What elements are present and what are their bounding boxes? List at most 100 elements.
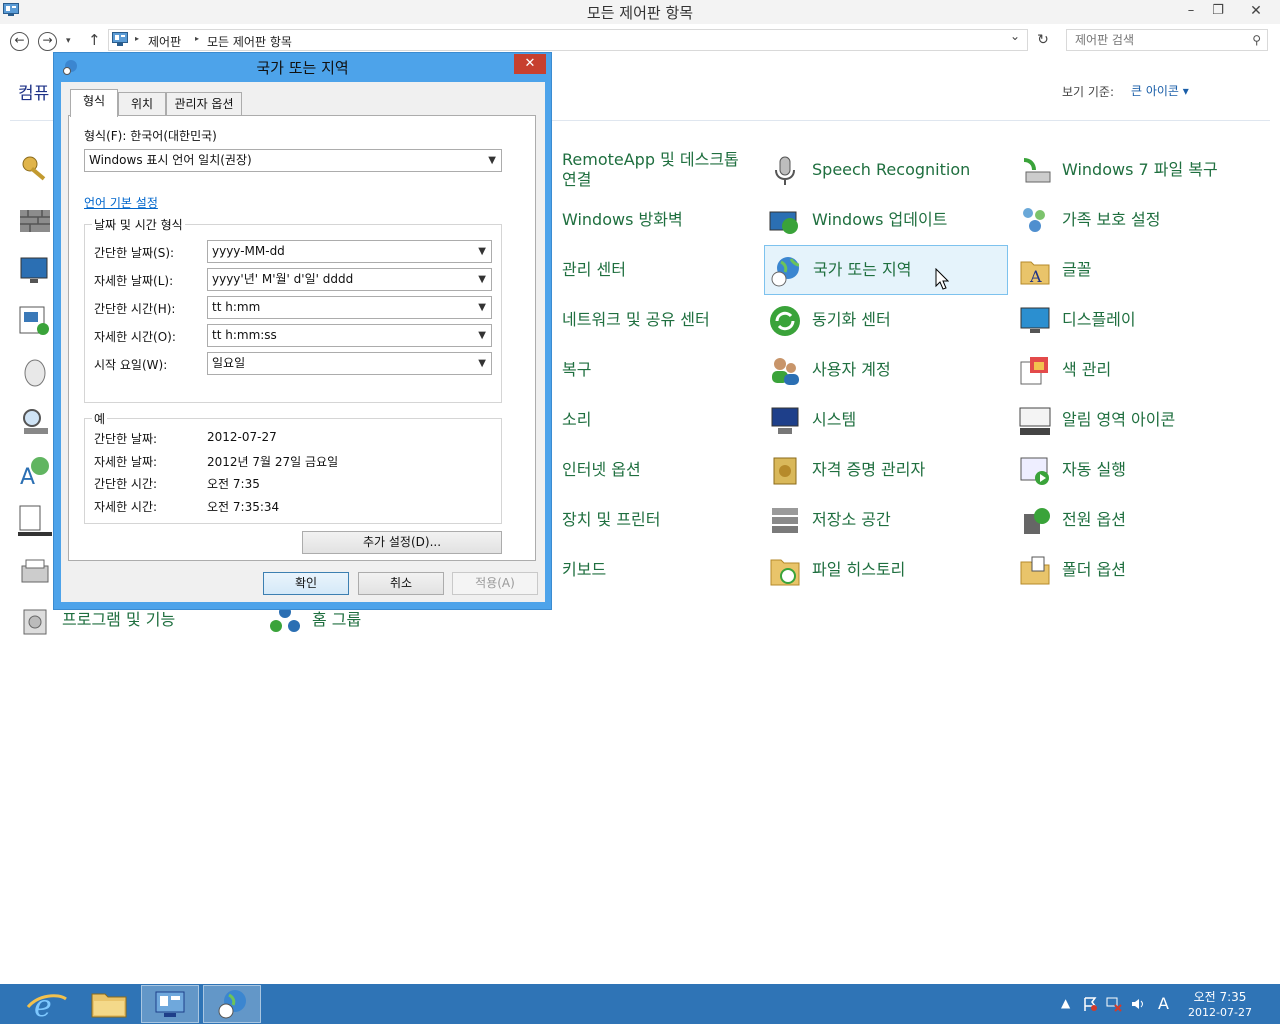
item-label: 전원 옵션 bbox=[1062, 510, 1126, 529]
fax-phone-icon bbox=[21, 559, 49, 583]
breadcrumb-all-items[interactable]: 모든 제어판 항목 bbox=[207, 33, 292, 50]
minimize-button[interactable]: – bbox=[1180, 0, 1202, 22]
taskbar: e ▲ A 오전 7:35 2012-07-27 bbox=[0, 984, 1280, 1024]
show-hidden-icons-button[interactable]: ▲ bbox=[1061, 996, 1070, 1010]
example-short-time-label: 간단한 시간: bbox=[94, 477, 158, 491]
chevron-down-icon: ▼ bbox=[478, 302, 486, 313]
breadcrumb-separator[interactable]: ▸ bbox=[195, 34, 199, 43]
item-color-management[interactable]: 색 관리 bbox=[1014, 347, 1264, 393]
address-dropdown-button[interactable]: ⌄ bbox=[1010, 29, 1020, 43]
item-label: 국가 또는 지역 bbox=[813, 260, 912, 279]
clock-time[interactable]: 오전 7:35 bbox=[1190, 988, 1250, 1005]
cancel-button[interactable]: 취소 bbox=[358, 572, 444, 595]
search-input[interactable] bbox=[1075, 32, 1245, 48]
dialog-close-button[interactable]: ✕ bbox=[514, 54, 546, 74]
action-center-flag-icon[interactable] bbox=[1082, 996, 1098, 1012]
view-by-dropdown[interactable]: 큰 아이콘 ▾ bbox=[1131, 82, 1189, 99]
first-day-select[interactable]: 일요일 ▼ bbox=[207, 352, 492, 375]
item-speech-recognition[interactable]: Speech Recognition bbox=[764, 147, 1008, 193]
first-day-label: 시작 요일(W): bbox=[94, 358, 168, 372]
ime-indicator[interactable]: A bbox=[1158, 994, 1169, 1013]
recent-locations-button[interactable]: ▾ bbox=[66, 36, 71, 46]
region-globe-icon bbox=[218, 990, 246, 1019]
example-short-time-value: 오전 7:35 bbox=[207, 477, 260, 491]
additional-settings-button[interactable]: 추가 설정(D)... bbox=[302, 531, 502, 554]
format-label: 형식(F): 한국어(대한민국) bbox=[84, 129, 217, 143]
long-date-select[interactable]: yyyy'년' M'월' d'일' dddd ▼ bbox=[207, 268, 492, 291]
format-select[interactable]: Windows 표시 언어 일치(권장) ▼ bbox=[84, 149, 502, 172]
address-box[interactable]: ▸ 제어판 ▸ 모든 제어판 항목 bbox=[108, 29, 1028, 51]
short-time-select[interactable]: tt h:mm ▼ bbox=[207, 296, 492, 319]
item-file-history[interactable]: 파일 히스토리 bbox=[764, 547, 1008, 593]
task-list-icon bbox=[18, 505, 52, 536]
item-region[interactable]: 국가 또는 지역 bbox=[764, 245, 1008, 295]
item-label: 알림 영역 아이콘 bbox=[1062, 410, 1176, 429]
up-button[interactable]: ↑ bbox=[88, 31, 101, 49]
programs-features-icon bbox=[23, 609, 47, 635]
fonts-folder-icon: A bbox=[1020, 261, 1050, 286]
svg-text:A: A bbox=[1029, 267, 1042, 286]
breadcrumb-control-panel[interactable]: 제어판 bbox=[148, 33, 181, 50]
datetime-format-group: 날짜 및 시간 형식 간단한 날짜(S): yyyy-MM-dd ▼ 자세한 날… bbox=[84, 216, 502, 403]
item-label: 글꼴 bbox=[1062, 260, 1092, 279]
tab-location[interactable]: 위치 bbox=[118, 92, 166, 116]
item-autoplay[interactable]: 자동 실행 bbox=[1014, 447, 1264, 493]
item-credential-manager[interactable]: 자격 증명 관리자 bbox=[764, 447, 1008, 493]
taskbar-internet-explorer[interactable]: e bbox=[18, 985, 76, 1024]
long-time-select[interactable]: tt h:mm:ss ▼ bbox=[207, 324, 492, 347]
example-short-date-value: 2012-07-27 bbox=[207, 430, 277, 444]
item-display[interactable]: 디스플레이 bbox=[1014, 297, 1264, 343]
power-options-icon bbox=[1024, 508, 1050, 534]
apply-button[interactable]: 적용(A) bbox=[452, 572, 538, 595]
first-day-value: 일요일 bbox=[212, 356, 246, 370]
item-storage-spaces[interactable]: 저장소 공간 bbox=[764, 497, 1008, 543]
forward-button[interactable]: → bbox=[38, 32, 57, 51]
long-date-label: 자세한 날짜(L): bbox=[94, 274, 174, 288]
display-icon bbox=[1020, 307, 1050, 333]
item-family-safety[interactable]: 가족 보호 설정 bbox=[1014, 197, 1264, 243]
item-label: Windows 업데이트 bbox=[812, 210, 948, 229]
item-windows-update[interactable]: Windows 업데이트 bbox=[764, 197, 1008, 243]
volume-icon[interactable] bbox=[1130, 996, 1146, 1012]
item-sync-center[interactable]: 동기화 센터 bbox=[764, 297, 1008, 343]
item-fonts[interactable]: A 글꼴 bbox=[1014, 247, 1264, 293]
item-user-accounts[interactable]: 사용자 계정 bbox=[764, 347, 1008, 393]
tab-administrative[interactable]: 관리자 옵션 bbox=[166, 92, 242, 116]
close-button[interactable]: ✕ bbox=[1240, 0, 1272, 22]
taskbar-file-explorer[interactable] bbox=[80, 985, 138, 1023]
examples-group-title: 예 bbox=[92, 410, 108, 427]
file-history-icon bbox=[770, 559, 800, 586]
item-system[interactable]: 시스템 bbox=[764, 397, 1008, 443]
item-label: 가족 보호 설정 bbox=[1062, 210, 1161, 229]
mouse-cursor-icon bbox=[935, 268, 949, 290]
language-preferences-link[interactable]: 언어 기본 설정 bbox=[84, 194, 158, 211]
search-icon[interactable]: ⚲ bbox=[1252, 33, 1261, 47]
item-label: 복구 bbox=[562, 360, 592, 379]
back-button[interactable]: ← bbox=[10, 32, 29, 51]
system-icon bbox=[771, 407, 799, 434]
notification-area-icon bbox=[1019, 407, 1051, 435]
chevron-down-icon: ▼ bbox=[478, 358, 486, 369]
short-date-select[interactable]: yyyy-MM-dd ▼ bbox=[207, 240, 492, 263]
taskbar-control-panel[interactable] bbox=[141, 985, 199, 1023]
item-label: 장치 및 프린터 bbox=[562, 510, 661, 529]
item-label: 키보드 bbox=[562, 560, 607, 579]
item-notification-area[interactable]: 알림 영역 아이콘 bbox=[1014, 397, 1264, 443]
maximize-button[interactable]: ❐ bbox=[1207, 0, 1229, 22]
item-label: 동기화 센터 bbox=[812, 310, 891, 329]
tab-format[interactable]: 형식 bbox=[70, 89, 118, 117]
breadcrumb-separator[interactable]: ▸ bbox=[135, 34, 139, 43]
view-by-label: 보기 기준: bbox=[1062, 85, 1115, 99]
ok-button[interactable]: 확인 bbox=[263, 572, 349, 595]
item-label: Windows 방화벽 bbox=[562, 210, 683, 229]
item-folder-options[interactable]: 폴더 옵션 bbox=[1014, 547, 1264, 593]
item-windows7-file-recovery[interactable]: Windows 7 파일 복구 bbox=[1014, 147, 1264, 193]
item-label: 폴더 옵션 bbox=[1062, 560, 1126, 579]
item-power-options[interactable]: 전원 옵션 bbox=[1014, 497, 1264, 543]
chevron-down-icon: ▼ bbox=[478, 330, 486, 341]
search-box[interactable]: ⚲ bbox=[1066, 29, 1268, 51]
network-disconnected-icon[interactable] bbox=[1106, 996, 1122, 1012]
taskbar-region[interactable] bbox=[203, 985, 261, 1023]
clock-date[interactable]: 2012-07-27 bbox=[1186, 1006, 1254, 1019]
refresh-button[interactable]: ↻ bbox=[1032, 29, 1054, 51]
